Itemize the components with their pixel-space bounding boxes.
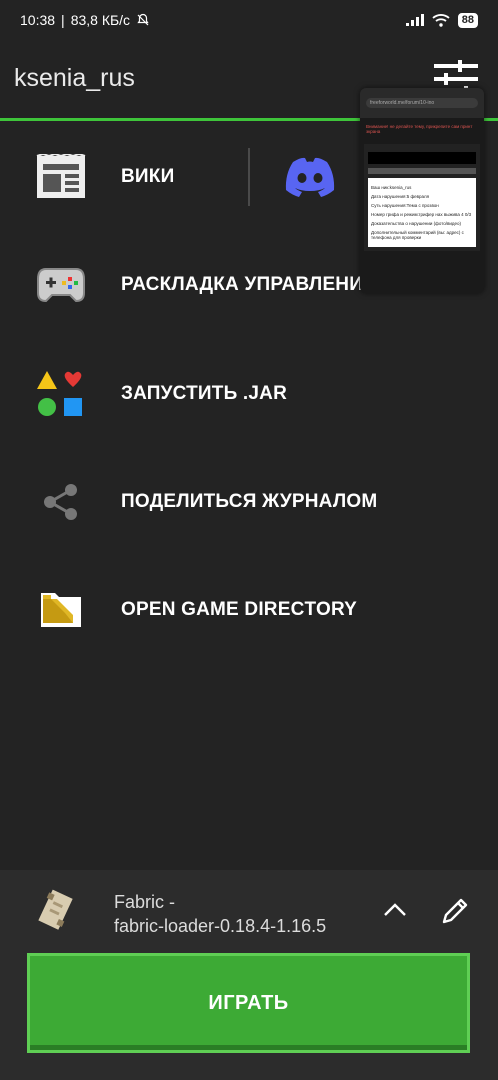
fabric-scroll-icon [38,889,73,930]
wifi-icon [432,14,450,27]
thumbnail-line: Номер грифа и режим:грифер нах выжива 4 … [371,212,472,217]
menu-item-wiki[interactable]: ВИКИ [0,137,248,217]
username-title: ksenia_rus [14,64,135,92]
edit-pencil-icon[interactable] [440,896,470,926]
thumbnail-line: Суть нарушения:Тема с прозвон [371,203,439,208]
battery-indicator: 88 [457,12,478,28]
menu-label-controls: РАСКЛАДКА УПРАВЛЕНИЯ [121,274,377,295]
wiki-icon [34,150,88,204]
mute-bell-icon [137,13,149,26]
version-line-1: Fabric - [114,892,176,912]
status-time: 10:38 [20,12,56,28]
thumbnail-form: Ваш ник:ksenia_rus Дата нарушения:5 февр… [364,144,480,251]
thumbnail-content: Ваш ник:ksenia_rus Дата нарушения:5 февр… [368,178,476,247]
floating-browser-thumbnail[interactable]: freeforworld.me/forum/10-ino Внимание! н… [360,88,484,293]
menu-item-controls[interactable]: РАСКЛАДКА УПРАВЛЕНИЯ [0,245,380,325]
status-separator: | [61,12,65,28]
menu-item-run-jar[interactable]: ЗАПУСТИТЬ .JAR [0,354,380,434]
signal-icon [405,14,424,26]
status-right: 88 [405,12,478,28]
thumbnail-editor-toolbar [368,168,476,174]
thumbnail-url: freeforworld.me/forum/10-ino [366,98,478,108]
thumbnail-field [368,152,476,164]
menu-item-share-log[interactable]: ПОДЕЛИТЬСЯ ЖУРНАЛОМ [0,462,400,542]
menu-label-wiki: ВИКИ [121,166,175,187]
status-bar: 10:38 | 83,8 КБ/с 88 [0,0,498,40]
shapes-icon [34,367,88,421]
folder-icon [34,583,88,637]
menu-label-open-game-directory: OPEN GAME DIRECTORY [121,599,358,620]
menu-divider [248,148,250,206]
thumbnail-line: Дата нарушения:5 февраля [371,194,430,199]
thumbnail-warning: Внимание! не делайте тему, прикрепите са… [366,124,473,134]
version-line-2: fabric-loader-0.18.4-1.16.5 [114,916,327,936]
menu-label-run-jar: ЗАПУСТИТЬ .JAR [121,383,287,404]
share-icon [34,475,88,529]
thumbnail-line: Дополнительный комментарий (вы: адрес) с… [371,230,464,240]
menu-label-share-log: ПОДЕЛИТЬСЯ ЖУРНАЛОМ [121,491,378,512]
thumbnail-line: Доказательства о нарушении (фото/видео) [371,221,462,226]
discord-icon[interactable] [283,156,337,198]
play-button[interactable]: ИГРАТЬ [27,953,470,1053]
thumbnail-line: Ваш ник:ksenia_rus [371,185,412,190]
version-label[interactable]: Fabric - fabric-loader-0.18.4-1.16.5 [114,890,326,938]
chevron-up-icon[interactable] [383,900,407,918]
menu-item-open-game-directory[interactable]: OPEN GAME DIRECTORY [0,570,400,650]
status-left: 10:38 | 83,8 КБ/с [20,12,150,28]
status-speed: 83,8 КБ/с [70,12,131,28]
gamepad-icon [34,258,88,312]
thumbnail-urlbar: freeforworld.me/forum/10-ino [360,88,484,118]
